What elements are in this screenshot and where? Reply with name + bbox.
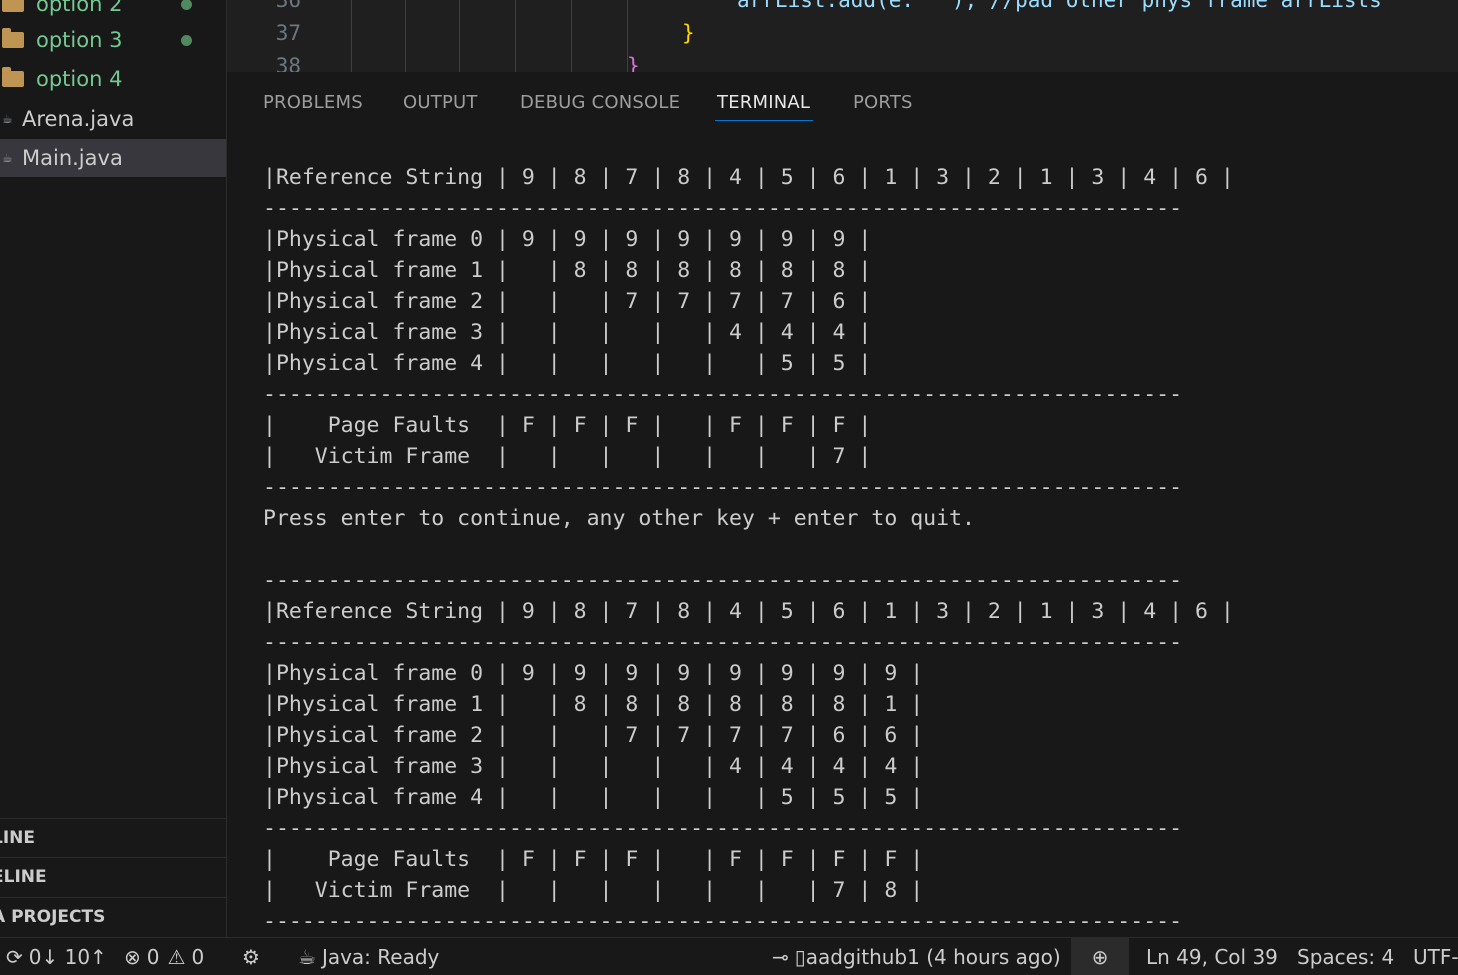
tree-item-label: Arena.java [22,107,135,131]
section-label: LINE [0,828,35,848]
line-number: 37 [275,21,301,45]
sync-icon: ⟳ [6,944,23,969]
zoom-button[interactable]: ⊕ [1071,938,1129,975]
debug-status[interactable]: ⚙ [242,938,266,975]
git-blame-status[interactable]: ⊸ ▯aadgithub1 (4 hours ago) [772,938,1061,975]
code-line: } [682,21,695,45]
bottom-panel: PROBLEMS OUTPUT DEBUG CONSOLE TERMINAL P… [227,72,1458,937]
sync-counts: 0↓ 10↑ [28,944,107,969]
tab-ports[interactable]: PORTS [853,92,913,113]
folder-icon [2,28,24,48]
encoding-status[interactable]: UTF- [1413,938,1458,975]
indent-guide [405,0,406,72]
warning-icon: ⚠ [167,944,186,969]
indent-guide [459,0,460,72]
tree-item-label: option 2 [36,0,123,16]
tab-problems[interactable]: PROBLEMS [263,92,363,113]
tree-item-label: option 3 [36,28,123,52]
error-icon: ⊗ [124,944,141,969]
indent-guide [571,0,572,72]
git-modified-dot-icon [181,34,192,46]
tab-debug-console[interactable]: DEBUG CONSOLE [520,92,680,113]
git-blame-label: ▯aadgithub1 (4 hours ago) [794,944,1061,969]
active-tab-indicator [715,120,813,121]
tree-folder-option-3[interactable]: option 3 [0,20,226,60]
zoom-in-icon: ⊕ [1091,944,1109,969]
sync-status[interactable]: ⟳ 0↓ 10↑ [6,938,107,975]
folder-icon [2,67,24,87]
terminal-output[interactable]: |Reference String | 9 | 8 | 7 | 8 | 4 | … [263,162,1453,937]
indent-guide [351,0,352,72]
warning-count: 0 [191,944,205,969]
code-line: arrList.add(e. ); //pad other phys frame… [737,0,1382,12]
indent-guide [515,0,516,72]
section-java-projects[interactable]: A PROJECTS [0,897,226,936]
panel-tabs: PROBLEMS OUTPUT DEBUG CONSOLE TERMINAL P… [227,72,1458,134]
line-number: 38 [275,54,301,73]
java-status[interactable]: ☕ Java: Ready [298,938,439,975]
folder-icon [2,0,24,12]
cursor-position[interactable]: Ln 49, Col 39 [1146,938,1278,975]
section-label: ELINE [0,867,47,887]
tree-folder-option-4[interactable]: option 4 [0,59,226,99]
debug-icon: ⚙ [242,944,260,969]
tree-item-label: Main.java [22,146,123,170]
java-status-label: Java: Ready [321,944,440,969]
tree-file-arena-java[interactable]: ☕ Arena.java [0,99,226,139]
tree-item-label: option 4 [36,67,123,91]
code-line: } [627,54,640,73]
tab-output[interactable]: OUTPUT [403,92,478,113]
java-file-icon: ☕ [2,151,13,165]
coffee-cup-icon: ☕ [298,944,316,969]
error-count: 0 [146,944,160,969]
status-bar: ⟳ 0↓ 10↑ ⊗ 0 ⚠ 0 ⚙ ☕ Java: Ready ⊸ ▯aadg… [0,937,1458,975]
explorer-sidebar: option 2 option 3 option 4 ☕ Arena.java … [0,0,227,937]
tab-terminal[interactable]: TERMINAL [717,92,810,113]
java-file-icon: ☕ [2,112,13,126]
problems-status[interactable]: ⊗ 0 ⚠ 0 [124,938,204,975]
git-commit-icon: ⊸ [772,944,789,969]
line-number: 36 [275,0,301,12]
section-label: A PROJECTS [0,907,106,927]
section-timeline[interactable]: ELINE [0,857,226,896]
code-editor[interactable]: 36 37 38 arrList.add(e. ); //pad other p… [227,0,1458,73]
git-modified-dot-icon [181,0,192,10]
tree-file-main-java[interactable]: ☕ Main.java [0,139,226,177]
section-outline[interactable]: LINE [0,818,226,857]
indentation-status[interactable]: Spaces: 4 [1297,938,1394,975]
